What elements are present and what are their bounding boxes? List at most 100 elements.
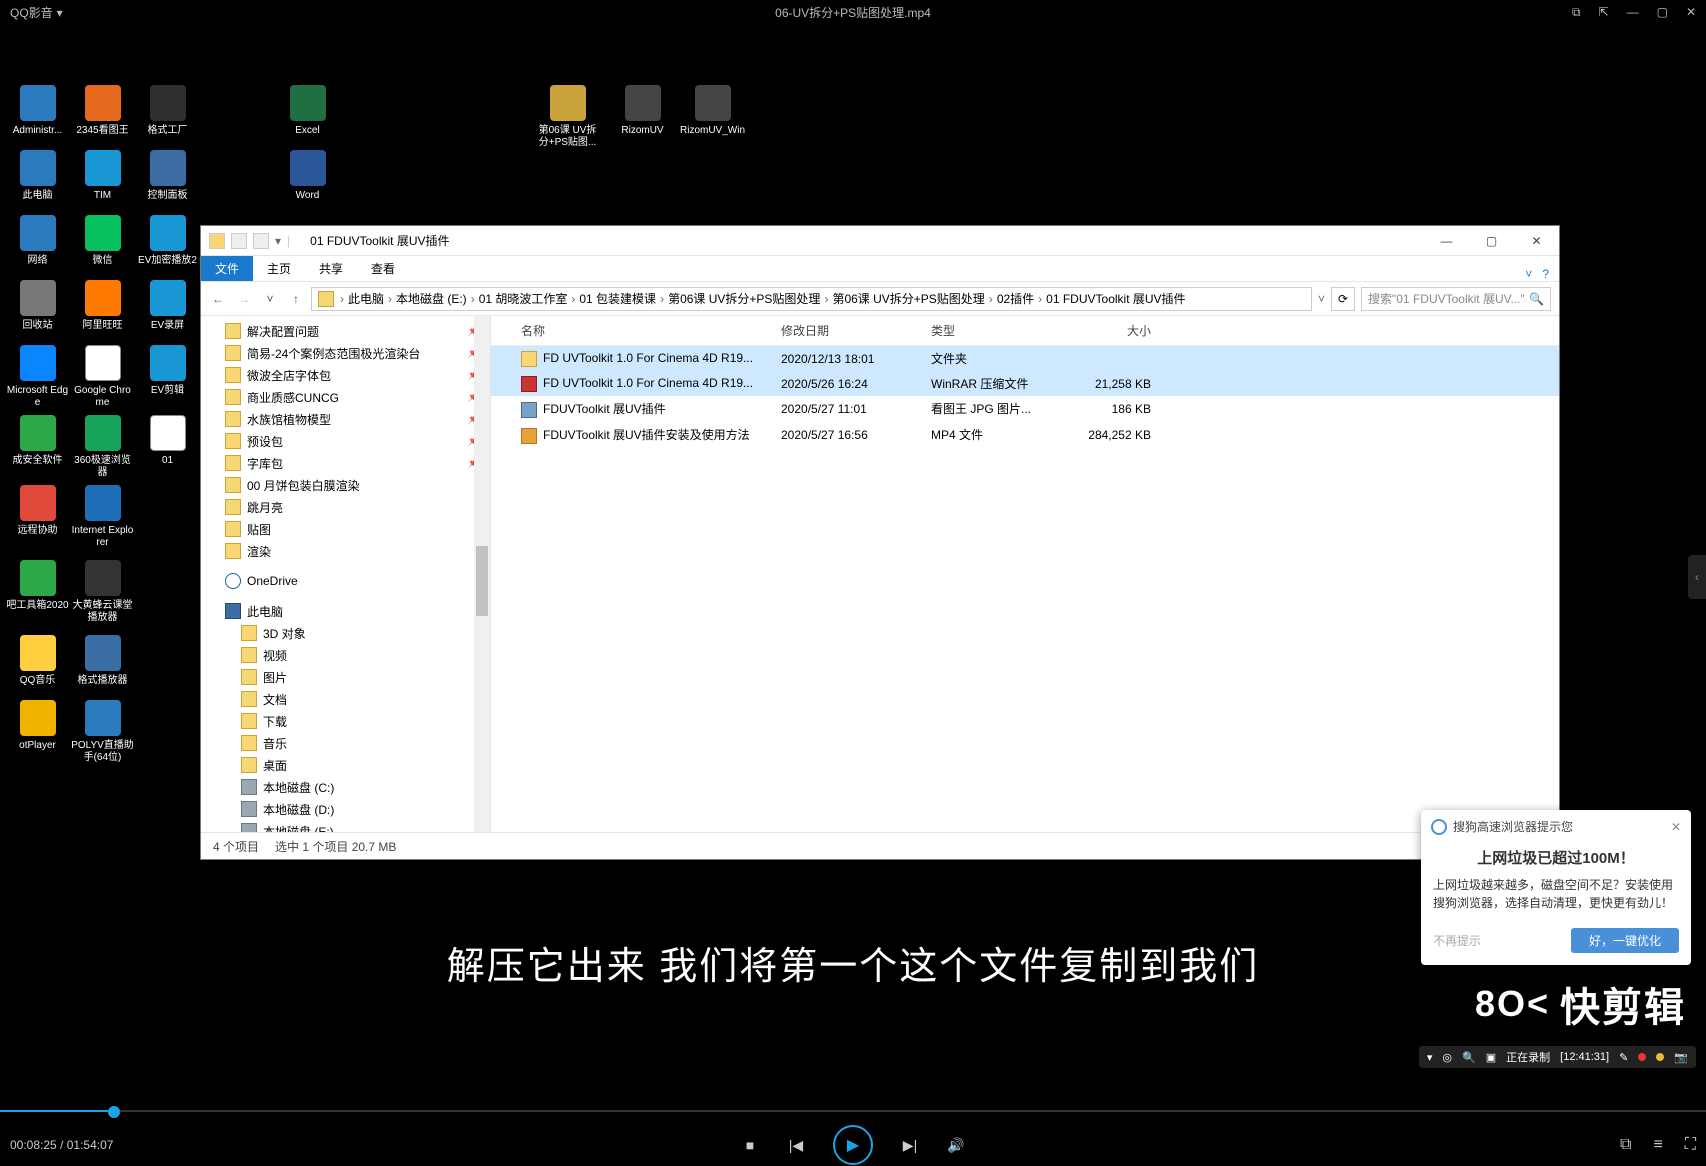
close-button[interactable]: ✕ bbox=[1514, 227, 1559, 255]
nav-pc-item[interactable]: 视频 bbox=[201, 644, 490, 666]
popup-optimize-button[interactable]: 好，一键优化 bbox=[1571, 928, 1679, 953]
nav-pc-item[interactable]: 音乐 bbox=[201, 732, 490, 754]
nav-pc-item[interactable]: 本地磁盘 (D:) bbox=[201, 798, 490, 820]
fullscreen-button[interactable]: ⛶ bbox=[1685, 1136, 1696, 1154]
nav-forward-button[interactable]: → bbox=[235, 292, 253, 306]
chevron-down-icon[interactable]: ▾ bbox=[1427, 1051, 1433, 1064]
desktop-icon[interactable]: 格式工厂 bbox=[135, 85, 200, 137]
col-name[interactable]: 名称 bbox=[511, 316, 771, 346]
explorer-file-list[interactable]: 名称 修改日期 类型 大小 FD UVToolkit 1.0 For Cinem… bbox=[491, 316, 1559, 832]
desktop-icon[interactable]: POLYV直播助手(64位) bbox=[70, 700, 135, 764]
desktop-icon[interactable]: RizomUV bbox=[610, 85, 675, 137]
desktop-icon[interactable]: 微信 bbox=[70, 215, 135, 267]
desktop-icon[interactable]: TIM bbox=[70, 150, 135, 202]
desktop-icon[interactable]: Internet Explorer bbox=[70, 485, 135, 549]
desktop-icon[interactable]: 网络 bbox=[5, 215, 70, 267]
search-icon[interactable]: 🔍 bbox=[1462, 1051, 1476, 1064]
edit-icon[interactable]: ✎ bbox=[1619, 1051, 1628, 1064]
ribbon-tab-home[interactable]: 主页 bbox=[253, 256, 305, 281]
popup-no-remind[interactable]: 不再提示 bbox=[1433, 932, 1481, 949]
qat-button[interactable] bbox=[253, 233, 269, 249]
breadcrumb[interactable]: › 此电脑 本地磁盘 (E:) 01 胡晓波工作室 01 包装建模课 第06课 … bbox=[311, 287, 1312, 311]
breadcrumb-seg[interactable]: 01 FDUVToolkit 展UV插件 bbox=[1046, 290, 1193, 307]
file-row[interactable]: FD UVToolkit 1.0 For Cinema 4D R19...202… bbox=[491, 371, 1559, 396]
desktop-icon[interactable]: 吧工具箱2020 bbox=[5, 560, 70, 612]
nav-item[interactable]: 渲染 bbox=[201, 540, 490, 562]
stop-button[interactable]: ■ bbox=[741, 1136, 759, 1154]
col-type[interactable]: 类型 bbox=[921, 316, 1061, 346]
chevron-down-icon[interactable]: ˅ bbox=[1318, 292, 1325, 306]
nav-item[interactable]: 商业质感CUNCG📌 bbox=[201, 386, 490, 408]
chevron-down-icon[interactable]: ▾ bbox=[275, 234, 281, 248]
maximize-button[interactable]: ▢ bbox=[1657, 5, 1668, 20]
chevron-right-icon[interactable]: › bbox=[340, 292, 344, 306]
nav-pc-item[interactable]: 下载 bbox=[201, 710, 490, 732]
desktop-icon[interactable]: 此电脑 bbox=[5, 150, 70, 202]
nav-item[interactable]: 解决配置问题📌 bbox=[201, 320, 490, 342]
recording-toolbar[interactable]: ▾ ◎ 🔍 ▣ 正在录制 [12:41:31] ✎ 📷 bbox=[1419, 1046, 1696, 1068]
volume-button[interactable]: 🔊 bbox=[947, 1136, 965, 1154]
nav-back-button[interactable]: ← bbox=[209, 292, 227, 306]
scrollbar-thumb[interactable] bbox=[476, 546, 488, 616]
ribbon-tab-view[interactable]: 查看 bbox=[357, 256, 409, 281]
nav-item[interactable]: 00 月饼包装白膜渲染 bbox=[201, 474, 490, 496]
ribbon-expand-icon[interactable]: ˅ bbox=[1525, 267, 1532, 281]
nav-item[interactable]: 字库包📌 bbox=[201, 452, 490, 474]
minimize-button[interactable]: — bbox=[1627, 5, 1639, 20]
desktop-icon[interactable]: 第06课 UV拆分+PS贴图... bbox=[535, 85, 600, 149]
file-row[interactable]: FDUVToolkit 展UV插件2020/5/27 11:01看图王 JPG … bbox=[491, 396, 1559, 422]
desktop-icon[interactable]: otPlayer bbox=[5, 700, 70, 752]
pip-icon[interactable]: ⧉ bbox=[1572, 5, 1581, 20]
progress-bar[interactable] bbox=[0, 1108, 1706, 1114]
nav-item[interactable]: 跳月亮 bbox=[201, 496, 490, 518]
desktop-icon[interactable]: EV录屏 bbox=[135, 280, 200, 332]
pin-icon[interactable]: ⇱ bbox=[1599, 5, 1609, 20]
nav-onedrive[interactable]: OneDrive bbox=[201, 570, 490, 592]
explorer-nav-pane[interactable]: 解决配置问题📌简易-24个案例态范围极光渲染台📌微波全店字体包📌商业质感CUNC… bbox=[201, 316, 491, 832]
file-row[interactable]: FD UVToolkit 1.0 For Cinema 4D R19...202… bbox=[491, 346, 1559, 372]
nav-item[interactable]: 水族馆植物模型📌 bbox=[201, 408, 490, 430]
camera-icon[interactable]: ▣ bbox=[1486, 1051, 1496, 1064]
desktop-icon[interactable]: Word bbox=[275, 150, 340, 202]
target-icon[interactable]: ◎ bbox=[1442, 1051, 1452, 1064]
nav-scrollbar[interactable] bbox=[474, 316, 490, 832]
breadcrumb-seg[interactable]: 此电脑 bbox=[348, 290, 396, 307]
nav-item[interactable]: 微波全店字体包📌 bbox=[201, 364, 490, 386]
explorer-titlebar[interactable]: ▾ | 01 FDUVToolkit 展UV插件 — ▢ ✕ bbox=[201, 226, 1559, 256]
chevron-down-icon[interactable]: ˅ bbox=[261, 292, 279, 306]
nav-item[interactable]: 简易-24个案例态范围极光渲染台📌 bbox=[201, 342, 490, 364]
search-input[interactable]: 搜索"01 FDUVToolkit 展UV..." 🔍 bbox=[1361, 287, 1551, 311]
nav-pc-item[interactable]: 图片 bbox=[201, 666, 490, 688]
col-caret[interactable] bbox=[491, 316, 511, 346]
desktop-icon[interactable]: 远程协助 bbox=[5, 485, 70, 537]
app-name[interactable]: QQ影音 ▾ bbox=[10, 4, 210, 21]
desktop-icon[interactable]: 阿里旺旺 bbox=[70, 280, 135, 332]
prev-button[interactable]: |◀ bbox=[787, 1136, 805, 1154]
nav-pc-item[interactable]: 本地磁盘 (E:) bbox=[201, 820, 490, 832]
desktop-icon[interactable]: 格式播放器 bbox=[70, 635, 135, 687]
ribbon-tab-share[interactable]: 共享 bbox=[305, 256, 357, 281]
refresh-button[interactable]: ⟳ bbox=[1331, 287, 1355, 311]
col-date[interactable]: 修改日期 bbox=[771, 316, 921, 346]
breadcrumb-seg[interactable]: 01 胡晓波工作室 bbox=[479, 290, 580, 307]
screenshot-button[interactable]: ⧉ bbox=[1620, 1136, 1631, 1154]
side-drawer-tab[interactable]: ‹ bbox=[1688, 555, 1706, 599]
nav-pc-item[interactable]: 本地磁盘 (C:) bbox=[201, 776, 490, 798]
desktop-icon[interactable]: Microsoft Edge bbox=[5, 345, 70, 409]
play-button[interactable]: ▶ bbox=[833, 1125, 873, 1165]
close-button[interactable]: ✕ bbox=[1686, 5, 1696, 20]
camera2-icon[interactable]: 📷 bbox=[1674, 1051, 1688, 1064]
breadcrumb-seg[interactable]: 02插件 bbox=[997, 290, 1046, 307]
desktop-icon[interactable]: Administr... bbox=[5, 85, 70, 137]
breadcrumb-seg[interactable]: 01 包装建模课 bbox=[579, 290, 668, 307]
desktop-icon[interactable]: 2345看图王 bbox=[70, 85, 135, 137]
desktop-icon[interactable]: QQ音乐 bbox=[5, 635, 70, 687]
file-row[interactable]: FDUVToolkit 展UV插件安装及使用方法2020/5/27 16:56M… bbox=[491, 422, 1559, 448]
next-button[interactable]: ▶| bbox=[901, 1136, 919, 1154]
desktop-icon[interactable]: 01 bbox=[135, 415, 200, 467]
nav-up-button[interactable]: ↑ bbox=[287, 292, 305, 306]
breadcrumb-seg[interactable]: 第06课 UV拆分+PS贴图处理 bbox=[668, 290, 832, 307]
nav-item[interactable]: 贴图 bbox=[201, 518, 490, 540]
record-dot-icon[interactable] bbox=[1638, 1053, 1646, 1061]
help-icon[interactable]: ? bbox=[1542, 267, 1549, 281]
